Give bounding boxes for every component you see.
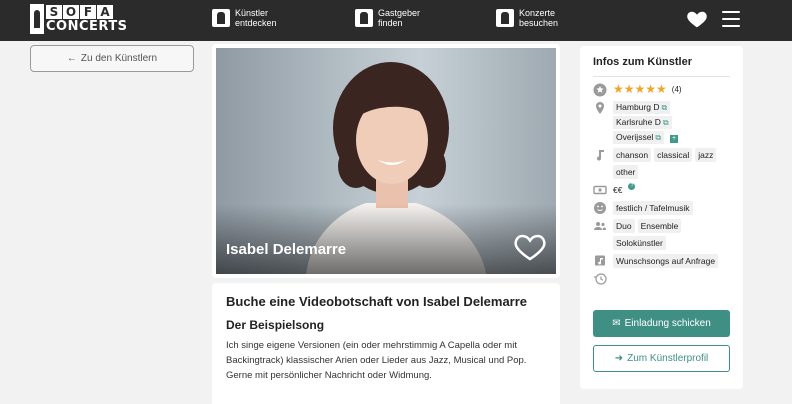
music-note-icon xyxy=(597,150,604,161)
price-level: €€ xyxy=(613,185,623,195)
money-icon xyxy=(593,185,607,195)
seat-icon xyxy=(355,9,373,27)
genre-list: chanson classical jazz other xyxy=(613,148,728,179)
formation-chip: Solokünstler xyxy=(613,236,666,250)
price-row: €€? xyxy=(593,183,730,197)
occasion: festlich / Tafelmusik xyxy=(613,201,693,215)
video-message-card: Buche eine Videobotschaft von Isabel Del… xyxy=(212,283,560,404)
nav-label: Künstler entdecken xyxy=(235,8,277,28)
songs: Wunschsongs auf Anfrage xyxy=(613,254,719,268)
history-icon xyxy=(594,273,607,285)
formation-list: Duo Ensemble Solokünstler xyxy=(613,219,728,250)
card-description: Ich singe eigene Versionen (ein oder meh… xyxy=(226,340,527,381)
rating-stars: ★★★★★ xyxy=(613,82,667,96)
price: €€? xyxy=(613,183,636,197)
back-button-label: Zu den Künstlern xyxy=(80,53,158,64)
artist-photo: Isabel Delemarre xyxy=(216,48,556,274)
occasion-row: festlich / Tafelmusik xyxy=(593,201,730,215)
genre-chip: classical xyxy=(654,148,693,162)
location-list: Hamburg D ⧉ Karlsruhe D ⧉ Overijssel ⧉ + xyxy=(613,101,679,144)
artist-photo-card: Isabel Delemarre xyxy=(212,44,560,278)
location-item-wrap: Overijssel ⧉ + xyxy=(613,131,679,144)
formation-chip: Duo xyxy=(613,219,635,233)
location-item[interactable]: Hamburg D ⧉ xyxy=(613,101,671,114)
nav-label: Gastgeber finden xyxy=(378,8,420,28)
logo-subtitle: CONCERTS xyxy=(46,18,128,34)
logo-letters: S O F A xyxy=(46,4,128,19)
sofa-concerts-logo[interactable]: S O F A CONCERTS xyxy=(30,4,128,34)
star-circle-icon xyxy=(593,83,607,97)
favorite-heart-icon[interactable] xyxy=(514,232,546,262)
logo-letter: F xyxy=(80,4,96,19)
send-invitation-button[interactable]: ✉ Einladung schicken xyxy=(593,310,730,337)
add-location-icon[interactable]: + xyxy=(670,135,679,143)
nav-label: Konzerte besuchen xyxy=(519,8,558,28)
rating: ★★★★★ (4) xyxy=(613,83,682,96)
back-to-artists-button[interactable]: ← Zu den Künstlern xyxy=(30,45,194,72)
genre-chip: other xyxy=(613,165,639,179)
arrow-left-icon: ← xyxy=(66,53,77,64)
genre-chip: jazz xyxy=(695,148,717,162)
artist-info-sidebar: Infos zum Künstler ★★★★★ (4) Hamburg D ⧉ … xyxy=(580,46,743,389)
logo-letter: O xyxy=(63,4,79,19)
external-link-icon[interactable]: ⧉ xyxy=(655,133,661,142)
top-navigation-bar: S O F A CONCERTS Künstler entdecken Gast… xyxy=(0,0,792,41)
seat-icon xyxy=(496,9,514,27)
menu-icon[interactable] xyxy=(722,11,740,27)
envelope-icon: ✉ xyxy=(612,318,621,329)
seat-icon xyxy=(212,9,230,27)
songs-row: Wunschsongs auf Anfrage xyxy=(593,254,730,268)
nav-label-line2: finden xyxy=(378,18,403,28)
nav-label-line2: entdecken xyxy=(235,18,277,28)
location-item[interactable]: Karlsruhe D ⧉ xyxy=(613,116,672,129)
external-link-icon[interactable]: ⧉ xyxy=(661,103,667,112)
genre-row: chanson classical jazz other xyxy=(593,148,730,179)
location-name: Hamburg D xyxy=(616,102,660,112)
invite-label: Einladung schicken xyxy=(624,318,711,329)
rating-count: (4) xyxy=(671,85,682,94)
info-title: Infos zum Künstler xyxy=(593,56,730,77)
card-title: Buche eine Videobotschaft von Isabel Del… xyxy=(226,294,528,309)
logo-letter: S xyxy=(46,4,62,19)
nav-label-line1: Künstler xyxy=(235,8,269,18)
artist-profile-button[interactable]: ➜ Zum Künstlerprofil xyxy=(593,345,730,372)
occasion-chip: festlich / Tafelmusik xyxy=(613,201,693,215)
logo-letter: A xyxy=(97,4,113,19)
external-link-icon[interactable]: ⧉ xyxy=(663,118,669,127)
nav-gastgeber-finden[interactable]: Gastgeber finden xyxy=(355,8,420,28)
location-row: Hamburg D ⧉ Karlsruhe D ⧉ Overijssel ⧉ + xyxy=(593,101,730,144)
smiley-icon xyxy=(594,202,606,214)
logo-text: S O F A CONCERTS xyxy=(46,4,128,34)
songs-chip: Wunschsongs auf Anfrage xyxy=(613,254,719,268)
nav-kuenstler-entdecken[interactable]: Künstler entdecken xyxy=(212,8,277,28)
formation-chip: Ensemble xyxy=(637,219,682,233)
location-pin-icon xyxy=(596,102,604,114)
logo-mark-icon xyxy=(30,4,44,34)
nav-label-line2: besuchen xyxy=(519,18,559,28)
group-icon xyxy=(594,222,606,230)
formation-row: Duo Ensemble Solokünstler xyxy=(593,219,730,250)
location-name: Karlsruhe D xyxy=(616,117,661,127)
artist-name: Isabel Delemarre xyxy=(226,241,347,258)
rating-row: ★★★★★ (4) xyxy=(593,83,730,97)
profile-label: Zum Künstlerprofil xyxy=(627,353,709,364)
nav-label-line1: Gastgeber xyxy=(378,8,421,18)
nav-konzerte-besuchen[interactable]: Konzerte besuchen xyxy=(496,8,558,28)
photo-gradient xyxy=(216,204,556,274)
heart-icon[interactable] xyxy=(686,8,708,30)
help-icon[interactable]: ? xyxy=(628,183,636,190)
location-name: Overijssel xyxy=(616,132,654,142)
genre-chip: chanson xyxy=(613,148,652,162)
history-row xyxy=(593,272,730,286)
music-library-icon xyxy=(595,255,605,266)
location-item[interactable]: Overijssel ⧉ xyxy=(613,131,665,144)
arrow-circle-icon: ➜ xyxy=(614,353,624,364)
nav-label-line1: Konzerte xyxy=(519,8,556,18)
card-subtitle: Der Beispielsong xyxy=(226,318,325,332)
